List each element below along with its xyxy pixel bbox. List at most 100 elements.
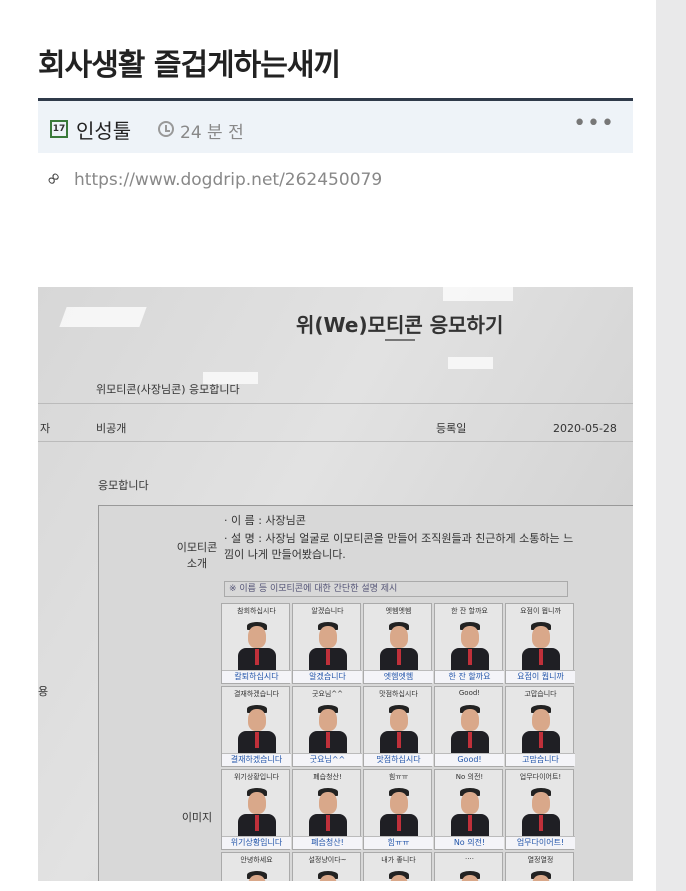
photo-row-info-value: 비공개 xyxy=(96,422,127,435)
emoticon-card: 결재하겠습니다 결재하겠습니다 xyxy=(221,686,291,767)
emoticon-card: 엣헴엣헴 엣헴엣헴 xyxy=(363,603,433,684)
emoticon-face xyxy=(248,709,266,731)
monitor-screen: 위(We)모티콘 응모하기 위모티콘(사장님콘) 응모합니다 자 비공개 등록일… xyxy=(38,287,633,881)
emoticon-tie xyxy=(397,649,401,665)
emoticon-tie xyxy=(468,815,472,831)
photo-row-info xyxy=(38,405,633,442)
emoticon-face xyxy=(532,792,550,814)
emoticon-card: 업무다이어트! 업무다이어트! xyxy=(505,769,575,850)
emoticon-caption: 결재하겠습니다 xyxy=(233,690,280,698)
intro-note: ※ 이름 등 이모티콘에 대한 간단한 설명 제시 xyxy=(224,581,568,597)
emoticon-face xyxy=(461,709,479,731)
emoticon-card: ···· xyxy=(434,852,503,881)
emoticon-card: 안녕하세요 xyxy=(221,852,290,881)
intro-desc: · 설 명 : 사장님 얼굴로 이모티콘을 만들어 조직원들과 친근하게 소통하… xyxy=(224,532,574,561)
emoticon-card: 폐습청산! 폐습청산! xyxy=(292,769,362,850)
emoticon-caption: 맛점하십시다 xyxy=(379,690,418,698)
post-title: 회사생활 즐겁게하는새끼 xyxy=(38,48,341,83)
author-name[interactable]: 인성툴 xyxy=(76,115,131,144)
emoticon-face xyxy=(461,626,479,648)
emoticon-tie xyxy=(326,649,330,665)
emoticon-label: 요점이 뭡니까 xyxy=(506,670,575,683)
clock-icon xyxy=(158,121,174,137)
emoticon-card: 내가 좋니다 xyxy=(363,852,432,881)
emoticon-caption: No 의전! xyxy=(455,773,484,781)
emoticon-caption: 고맙습니다 xyxy=(524,690,557,698)
emoticon-tie xyxy=(326,732,330,748)
photo-heading: 위(We)모티콘 응모하기 xyxy=(296,313,504,337)
emoticon-label: 위기상황입니다 xyxy=(222,836,291,849)
emoticon-label: 굿요님^^ xyxy=(293,753,362,766)
emoticon-face xyxy=(390,709,408,731)
intro-label: 이모티콘 소개 xyxy=(176,541,218,570)
emoticon-label: 알겠습니다 xyxy=(293,670,362,683)
emoticon-label: 업무다이어트! xyxy=(506,836,575,849)
emoticon-card: 위기상황입니다 위기상황입니다 xyxy=(221,769,291,850)
emoticon-caption: 업무다이어트! xyxy=(519,773,562,781)
emoticon-face xyxy=(319,626,337,648)
emoticon-caption: ···· xyxy=(465,855,474,863)
photo-row-date: 2020-05-28 xyxy=(553,422,617,435)
emoticon-tie xyxy=(539,815,543,831)
link-icon: ∞ xyxy=(40,165,67,192)
light-glare xyxy=(448,357,493,369)
emoticon-face xyxy=(390,792,408,814)
post-url[interactable]: https://www.dogdrip.net/262450079 xyxy=(74,170,382,190)
emoticon-caption: 요점이 뭡니까 xyxy=(520,607,561,615)
emoticon-tie xyxy=(468,649,472,665)
emoticon-face xyxy=(461,792,479,814)
emoticon-caption: 설정냥이다~ xyxy=(308,856,347,864)
post-meta-bar: 17 인성툴 24 분 전 ••• xyxy=(38,98,633,153)
emoticon-caption: 폐습청산! xyxy=(313,773,342,781)
emoticon-card: 고맙습니다 고맙습니다 xyxy=(505,686,575,767)
emoticon-tie xyxy=(255,732,259,748)
post-time: 24 분 전 xyxy=(180,123,244,143)
emoticon-card: 설정냥이다~ xyxy=(292,852,361,881)
emoticon-card: 열정열정 xyxy=(505,852,574,881)
emoticon-face xyxy=(390,626,408,648)
light-glare xyxy=(443,287,513,301)
photo-row-body: 응모합니다 xyxy=(98,479,149,492)
intro-name: · 이 름 : 사장님콘 xyxy=(224,514,306,527)
emoticon-label: 맛점하십시다 xyxy=(364,753,433,766)
emoticon-face xyxy=(532,626,550,648)
photo-side-label: 용 xyxy=(38,685,49,698)
emoticon-tie xyxy=(326,815,330,831)
emoticon-label: 고맙습니다 xyxy=(506,753,575,766)
emoticon-card: 요점이 뭡니까 요점이 뭡니까 xyxy=(505,603,575,684)
emoticon-label: 결재하겠습니다 xyxy=(222,753,291,766)
heading-underline xyxy=(385,339,415,341)
emoticon-tie xyxy=(397,732,401,748)
emoticon-label: 힘ㅠㅠ xyxy=(364,836,433,849)
emoticon-caption: 굿요님^^ xyxy=(311,690,344,698)
emoticon-card: 참회하십시다 칼퇴하십시다 xyxy=(221,603,291,684)
photo-row-date-label: 등록일 xyxy=(436,422,467,435)
emoticon-label: 한 잔 할까요 xyxy=(435,670,504,683)
post-photo: 위(We)모티콘 응모하기 위모티콘(사장님콘) 응모합니다 자 비공개 등록일… xyxy=(38,287,633,881)
emoticon-card: 맛점하십시다 맛점하십시다 xyxy=(363,686,433,767)
emoticon-caption: 힘ㅠㅠ xyxy=(388,773,409,781)
emoticon-label: 폐습청산! xyxy=(293,836,362,849)
emoticon-card: 힘ㅠㅠ 힘ㅠㅠ xyxy=(363,769,433,850)
emoticon-tie xyxy=(539,649,543,665)
emoticon-card: 한 잔 할까요 한 잔 할까요 xyxy=(434,603,504,684)
emoticon-face xyxy=(248,792,266,814)
more-options-button[interactable]: ••• xyxy=(573,111,615,136)
photo-row-info-side: 자 xyxy=(40,422,51,435)
post-page: 회사생활 즐겁게하는새끼 17 인성툴 24 분 전 ••• ∞ https:/… xyxy=(0,0,656,891)
light-glare xyxy=(203,372,258,384)
emoticon-caption: 한 잔 할까요 xyxy=(451,607,488,615)
emoticon-face xyxy=(319,709,337,731)
emoticon-card: 굿요님^^ 굿요님^^ xyxy=(292,686,362,767)
emoticon-caption: 내가 좋니다 xyxy=(381,856,416,864)
emoticon-label: 엣헴엣헴 xyxy=(364,670,433,683)
emoticon-label: Good! xyxy=(435,753,504,766)
emoticon-caption: 위기상황입니다 xyxy=(233,773,280,781)
emoticon-tie xyxy=(539,732,543,748)
emoticon-tie xyxy=(255,815,259,831)
emoticon-card: Good! Good! xyxy=(434,686,504,767)
emoticon-face xyxy=(532,709,550,731)
light-glare xyxy=(59,307,147,327)
emoticon-card: 알겠습니다 알겠습니다 xyxy=(292,603,362,684)
author-level-icon: 17 xyxy=(50,120,68,138)
